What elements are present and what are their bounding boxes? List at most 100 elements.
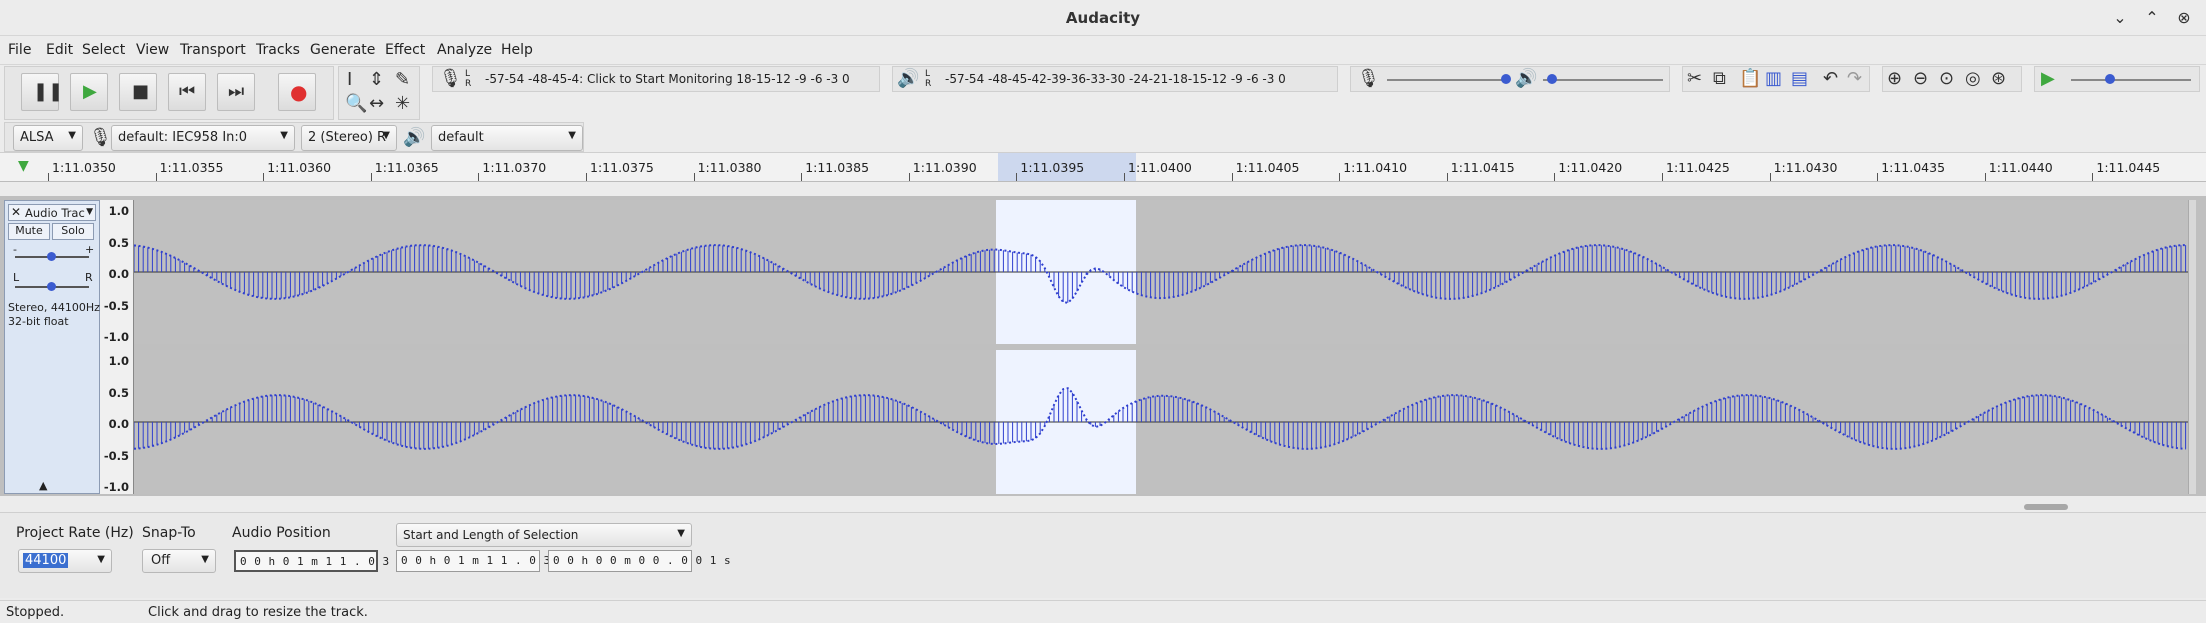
trim-icon[interactable]: ▥ xyxy=(1765,70,1782,88)
menu-edit[interactable]: Edit xyxy=(46,42,73,58)
record-meter-scale[interactable]: -57-54 -48-45-4: Click to Start Monitori… xyxy=(485,72,850,86)
maximize-icon[interactable]: ⌃ xyxy=(2140,6,2164,30)
envelope-tool-icon[interactable]: ⇕ xyxy=(369,71,384,89)
input-device-select[interactable]: default: IEC958 In:0 ▼ xyxy=(111,125,295,151)
play-at-speed-icon[interactable]: ▶ xyxy=(2041,70,2055,88)
gain-thumb[interactable] xyxy=(47,252,56,261)
output-device-select[interactable]: default ▼ xyxy=(431,125,583,151)
microphone-icon[interactable]: 🎙 xyxy=(439,70,462,88)
ruler-tick-mark xyxy=(908,173,910,181)
stop-button[interactable]: ■ xyxy=(119,73,157,111)
ruler-tick-label: 1:11.0385 xyxy=(805,160,870,175)
ruler-tick-mark xyxy=(1984,173,1986,181)
waveform-display[interactable] xyxy=(134,200,2188,494)
paste-icon[interactable]: 📋 xyxy=(1739,70,1761,88)
copy-icon[interactable]: ⧉ xyxy=(1713,70,1726,88)
undo-icon[interactable]: ↶ xyxy=(1823,70,1838,88)
pause-button[interactable]: ❚❚ xyxy=(21,73,63,111)
vertical-scrollbar[interactable] xyxy=(2188,200,2196,494)
play-volume-thumb[interactable] xyxy=(1547,74,1557,84)
menu-generate[interactable]: Generate xyxy=(310,42,375,58)
minimize-icon[interactable]: ⌄ xyxy=(2108,6,2132,30)
track-menu-icon[interactable]: ▼ xyxy=(86,207,93,217)
menu-view[interactable]: View xyxy=(136,42,169,58)
play-meter-scale[interactable]: -57-54 -48-45-42-39-36-33-30 -24-21-18-1… xyxy=(945,72,1286,86)
ruler-tick-label: 1:11.0365 xyxy=(374,160,439,175)
speaker-icon[interactable]: 🔊 xyxy=(897,70,919,88)
menu-help[interactable]: Help xyxy=(501,42,533,58)
fit-selection-icon[interactable]: ⊙ xyxy=(1939,70,1954,88)
ruler-tick-label: 1:11.0360 xyxy=(267,160,332,175)
pan-right-label: R xyxy=(85,271,93,284)
timeline-ruler[interactable]: ▼ 1:11.0350 1:11.0355 1:11.0360 1:11.0365 1:… xyxy=(0,152,2206,182)
mute-button[interactable]: Mute xyxy=(8,223,50,240)
zoom-tool-icon[interactable]: 🔍 xyxy=(345,95,367,113)
skip-end-button[interactable]: ⏭ xyxy=(217,73,255,111)
play-head-icon[interactable]: ▼ xyxy=(18,159,29,173)
selection-tool-icon[interactable]: I xyxy=(347,71,352,89)
menu-file[interactable]: File xyxy=(8,42,31,58)
play-meter-toolbar: 🔊 L R -57-54 -48-45-42-39-36-33-30 -24-2… xyxy=(892,66,1338,92)
status-state: Stopped. xyxy=(6,605,65,620)
menu-tracks[interactable]: Tracks xyxy=(256,42,300,58)
menu-analyze[interactable]: Analyze xyxy=(437,42,492,58)
silence-icon[interactable]: ▤ xyxy=(1791,70,1808,88)
pan-thumb[interactable] xyxy=(47,282,56,291)
zoom-toggle-icon[interactable]: ⊛ xyxy=(1991,70,2006,88)
channels-select[interactable]: 2 (Stereo) R ▼ xyxy=(301,125,397,151)
timeshift-tool-icon[interactable]: ↔ xyxy=(369,95,384,113)
snap-to-select[interactable]: Off ▼ xyxy=(142,549,216,573)
ruler-tick-label: 1:11.0430 xyxy=(1773,160,1838,175)
vertical-scale[interactable]: 1.0 0.5 0.0 -0.5 -1.0 1.0 0.5 0.0 -0.5 -1.0 xyxy=(100,200,134,494)
device-toolbar: ALSA ▼ 🎙 default: IEC958 In:0 ▼ 2 (Stereo)… xyxy=(4,122,584,152)
menu-effect[interactable]: Effect xyxy=(385,42,425,58)
selection-length-field[interactable]: 0 0 h 0 0 m 0 0 . 0 0 1 s xyxy=(548,550,731,572)
ruler-tick-label: 1:11.0415 xyxy=(1450,160,1515,175)
menu-transport[interactable]: Transport xyxy=(180,42,246,58)
cut-icon[interactable]: ✂ xyxy=(1687,70,1702,88)
solo-button[interactable]: Solo xyxy=(52,223,94,240)
speed-thumb[interactable] xyxy=(2105,74,2115,84)
collapse-track-icon[interactable]: ▲ xyxy=(39,479,47,492)
play-button[interactable]: ▶ xyxy=(70,73,108,111)
play-at-speed-toolbar: ▶ xyxy=(2034,66,2200,92)
pan-left-label: L xyxy=(13,271,20,284)
play-volume-slider[interactable] xyxy=(1543,79,1663,81)
draw-tool-icon[interactable]: ✎ xyxy=(395,71,410,89)
horizontal-scrollbar-thumb[interactable] xyxy=(2024,504,2068,510)
record-volume-thumb[interactable] xyxy=(1501,74,1511,84)
close-window-icon[interactable]: ⊗ xyxy=(2172,6,2196,30)
ruler-tick-label: 1:11.0420 xyxy=(1558,160,1623,175)
project-rate-select[interactable]: 44100 ▼ xyxy=(18,549,112,573)
speed-slider[interactable] xyxy=(2071,79,2191,81)
input-device-icon: 🎙 xyxy=(89,127,112,148)
skip-start-button[interactable]: ⏮ xyxy=(168,73,206,111)
audio-position-field[interactable]: 0 0 h 0 1 m 1 1 . 0 3 9 s xyxy=(234,550,418,572)
audio-host-select[interactable]: ALSA ▼ xyxy=(13,125,83,151)
record-volume-slider[interactable] xyxy=(1387,79,1507,81)
zoom-out-icon[interactable]: ⊖ xyxy=(1913,70,1928,88)
menu-select[interactable]: Select xyxy=(82,42,125,58)
ruler-tick-mark xyxy=(370,173,372,181)
fit-project-icon[interactable]: ◎ xyxy=(1965,70,1981,88)
audio-position-label: Audio Position xyxy=(232,525,331,541)
ruler-tick-mark xyxy=(1446,173,1448,181)
selection-mode-select[interactable]: Start and Length of Selection ▼ xyxy=(396,523,692,547)
selection-toolbar: Project Rate (Hz) 44100 ▼ Snap-To Off ▼ Au… xyxy=(0,512,2206,598)
ruler-tick-mark xyxy=(48,173,49,181)
zoom-in-icon[interactable]: ⊕ xyxy=(1887,70,1902,88)
redo-icon[interactable]: ↷ xyxy=(1847,70,1862,88)
ruler-tick-label: 1:11.0440 xyxy=(1988,160,2053,175)
ruler-tick-label: 1:11.0400 xyxy=(1128,160,1192,175)
track-name-button[interactable]: Audio Trac xyxy=(25,206,85,220)
scale-label: 0.0 xyxy=(108,417,129,431)
multi-tool-icon[interactable]: ✳ xyxy=(395,95,410,113)
close-track-icon[interactable]: ✕ xyxy=(11,205,21,219)
track-control-panel[interactable]: ✕ Audio Trac ▼ Mute Solo - + L R Stereo,… xyxy=(4,200,100,494)
selection-start-field[interactable]: 0 0 h 0 1 m 1 1 . 0 3 9 s xyxy=(396,550,579,572)
record-button[interactable]: ● xyxy=(278,73,316,111)
record-lr-label: L R xyxy=(465,69,472,89)
mixer-microphone-icon: 🎙 xyxy=(1357,68,1380,89)
zoom-toolbar: ⊕ ⊖ ⊙ ◎ ⊛ xyxy=(1882,66,2022,92)
edit-toolbar: ✂ ⧉ 📋 ▥ ▤ ↶ ↷ xyxy=(1682,66,1870,92)
